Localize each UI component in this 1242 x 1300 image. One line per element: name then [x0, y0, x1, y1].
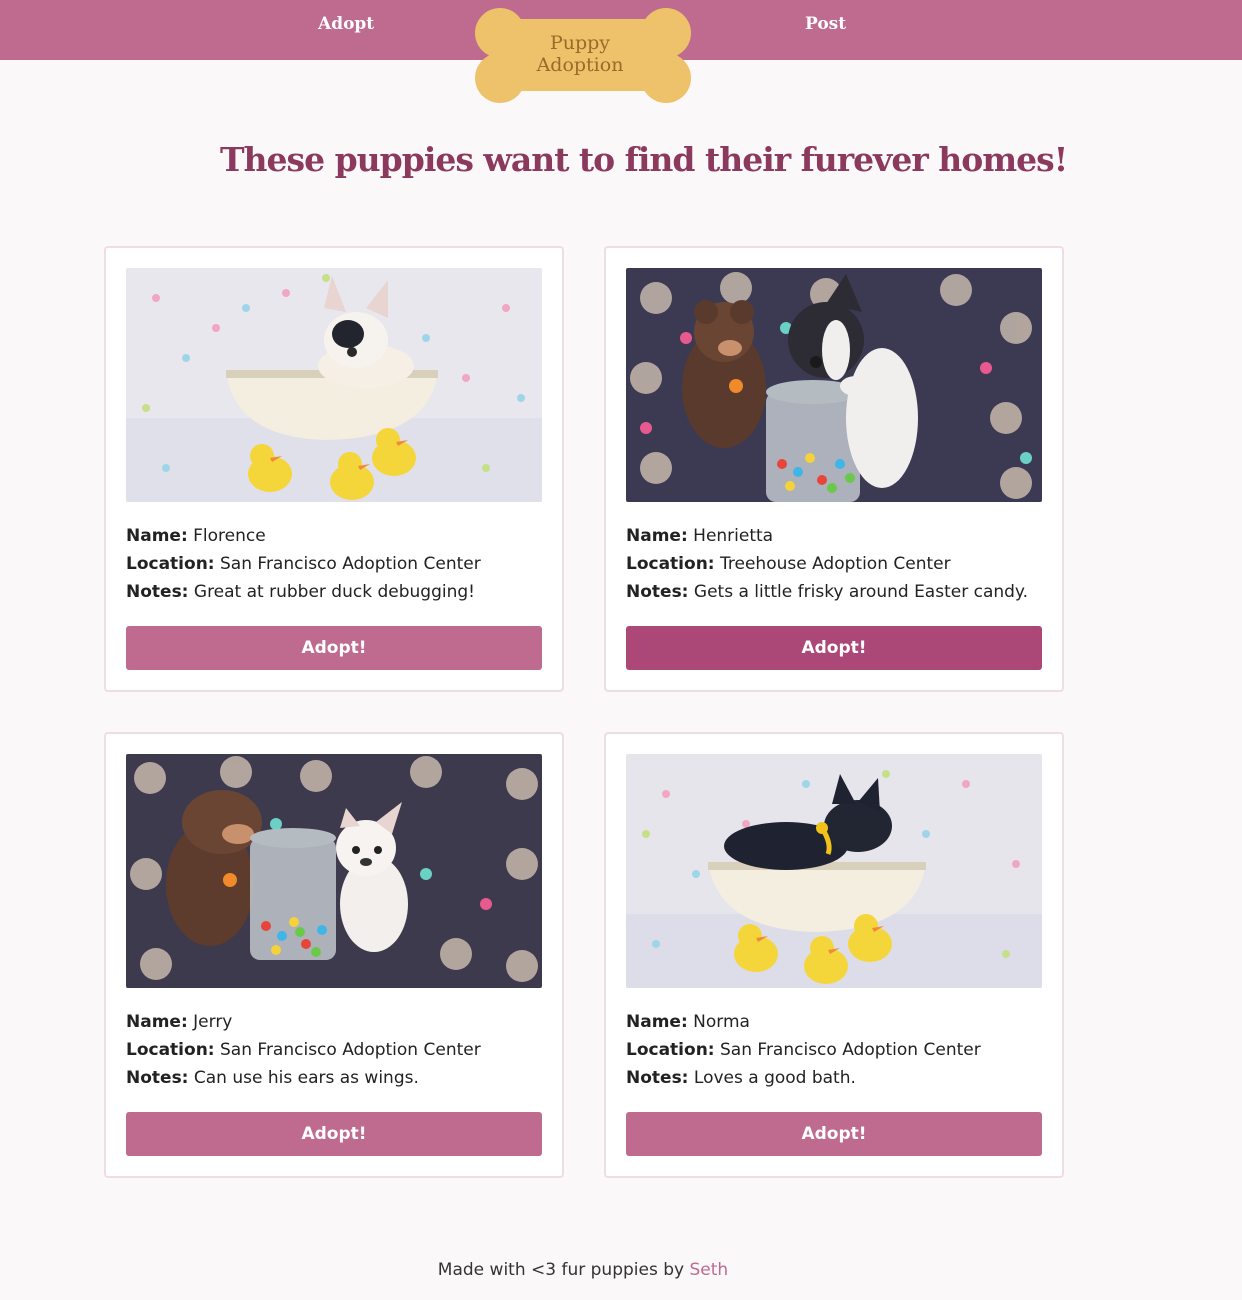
puppy-location: San Francisco Adoption Center [220, 554, 481, 574]
puppy-notes: Great at rubber duck debugging! [193, 582, 475, 602]
logo[interactable]: Puppy Adoption [474, 5, 694, 106]
adopt-button[interactable]: Adopt! [626, 1112, 1042, 1156]
name-label: Name: [126, 526, 188, 546]
logo-line-2: Adoption [536, 54, 624, 76]
puppy-photo [626, 268, 1042, 502]
puppy-card: Name: Florence Location: San Francisco A… [104, 246, 564, 692]
notes-label: Notes: [126, 582, 189, 602]
puppy-location: San Francisco Adoption Center [220, 1040, 481, 1060]
puppy-photo [126, 754, 542, 988]
puppy-name: Norma [693, 1012, 750, 1032]
notes-label: Notes: [126, 1068, 189, 1088]
puppy-photo [126, 268, 542, 502]
puppy-card: Name: Jerry Location: San Francisco Adop… [104, 732, 564, 1178]
puppy-location: Treehouse Adoption Center [720, 554, 951, 574]
author-link[interactable]: Seth [689, 1260, 728, 1280]
puppy-notes: Gets a little frisky around Easter candy… [693, 582, 1028, 602]
location-label: Location: [126, 1040, 215, 1060]
name-label: Name: [626, 526, 688, 546]
puppy-name: Florence [193, 526, 266, 546]
puppy-notes: Can use his ears as wings. [193, 1068, 419, 1088]
location-label: Location: [626, 554, 715, 574]
puppy-name: Henrietta [693, 526, 774, 546]
footer-text: Made with <3 fur puppies by [437, 1260, 685, 1280]
puppy-info: Name: Henrietta Location: Treehouse Adop… [626, 522, 1046, 606]
puppy-info: Name: Norma Location: San Francisco Adop… [626, 1008, 1046, 1092]
logo-text: Puppy Adoption [474, 32, 686, 76]
nav-adopt-link[interactable]: Adopt [318, 14, 374, 34]
footer: Made with <3 fur puppies by Seth [0, 1260, 1166, 1280]
puppy-info: Name: Jerry Location: San Francisco Adop… [126, 1008, 546, 1092]
location-label: Location: [626, 1040, 715, 1060]
puppy-location: San Francisco Adoption Center [720, 1040, 981, 1060]
notes-label: Notes: [626, 1068, 689, 1088]
puppy-notes: Loves a good bath. [693, 1068, 856, 1088]
name-label: Name: [126, 1012, 188, 1032]
adopt-button[interactable]: Adopt! [626, 626, 1042, 670]
nav-post-link[interactable]: Post [805, 14, 846, 34]
puppy-photo [626, 754, 1042, 988]
adopt-button[interactable]: Adopt! [126, 626, 542, 670]
page-title: These puppies want to find their furever… [220, 140, 1068, 179]
puppy-card: Name: Norma Location: San Francisco Adop… [604, 732, 1064, 1178]
location-label: Location: [126, 554, 215, 574]
logo-line-1: Puppy [549, 32, 611, 54]
puppy-card: Name: Henrietta Location: Treehouse Adop… [604, 246, 1064, 692]
puppy-info: Name: Florence Location: San Francisco A… [126, 522, 546, 606]
name-label: Name: [626, 1012, 688, 1032]
notes-label: Notes: [626, 582, 689, 602]
puppy-name: Jerry [193, 1012, 233, 1032]
adopt-button[interactable]: Adopt! [126, 1112, 542, 1156]
